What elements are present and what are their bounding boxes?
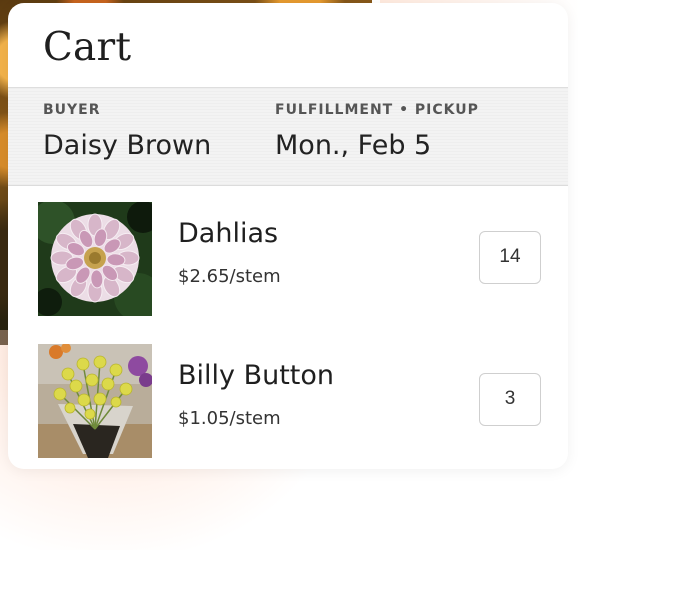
cart-header: Cart [8, 3, 568, 88]
billy-button-photo-icon [38, 344, 152, 458]
quantity-input[interactable]: 14 [479, 231, 541, 284]
buyer-name: Daisy Brown [43, 130, 212, 161]
order-info-band: BUYER Daisy Brown FULFILLMENT • PICKUP M… [8, 88, 568, 186]
item-price: $1.05/stem [178, 408, 281, 429]
dahlia-photo-icon [38, 202, 152, 316]
buyer-label: BUYER [43, 102, 101, 118]
item-price: $2.65/stem [178, 266, 281, 287]
cart-card: Cart BUYER Daisy Brown FULFILLMENT • PIC… [8, 3, 568, 469]
item-name: Dahlias [178, 218, 279, 249]
quantity-input[interactable]: 3 [479, 373, 541, 426]
fulfillment-date: Mon., Feb 5 [275, 130, 432, 161]
cart-item-dahlias: Dahlias $2.65/stem 14 [8, 202, 568, 322]
cart-title: Cart [43, 25, 132, 70]
fulfillment-label: FULFILLMENT • PICKUP [275, 102, 479, 118]
item-name: Billy Button [178, 360, 335, 391]
fulfillment-info: FULFILLMENT • PICKUP Mon., Feb 5 [275, 102, 479, 161]
cart-item-billy-button: Billy Button $1.05/stem 3 [8, 344, 568, 464]
stage: Cart BUYER Daisy Brown FULFILLMENT • PIC… [0, 0, 685, 598]
buyer-info: BUYER Daisy Brown [43, 102, 211, 161]
